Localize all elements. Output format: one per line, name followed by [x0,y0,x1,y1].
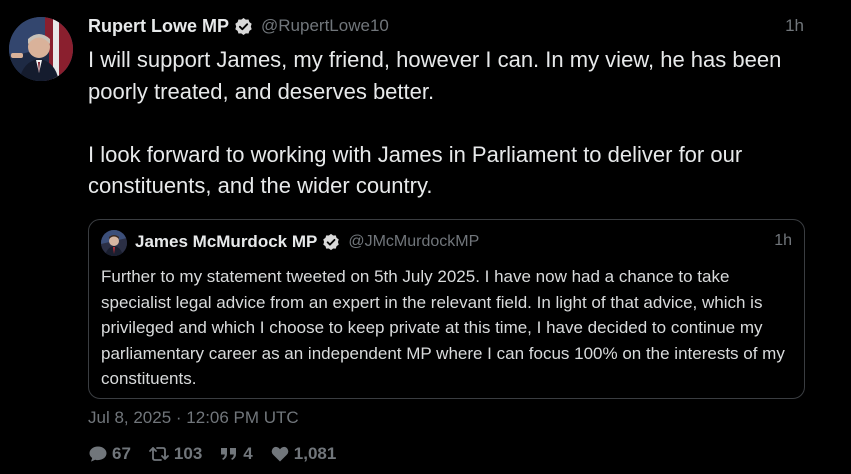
quoted-tweet-time[interactable]: 1h [774,232,792,250]
like-button[interactable]: 1,081 [270,444,337,464]
comment-bubble-icon [89,446,107,462]
retweet-count: 103 [173,444,203,463]
quoted-tweet-header: James McMurdock MP @JMcMurdockMP [135,230,479,254]
quoted-author-avatar[interactable] [101,230,127,256]
tweet-paragraph: I look forward to working with James in … [88,141,743,199]
quote-button[interactable]: 4 [219,444,253,464]
tweet-actions: 67 103 4 1,081 [88,443,353,465]
quoted-author-name[interactable]: James McMurdock MP [135,232,317,252]
tweet-paragraph: I will support James, my friend, however… [88,47,782,104]
quote-icon [221,448,237,460]
author-name[interactable]: Rupert Lowe MP [88,16,229,37]
reply-button[interactable]: 67 [88,444,131,464]
heart-icon [271,446,289,462]
retweet-button[interactable]: 103 [148,444,202,464]
reply-count: 67 [112,444,131,463]
author-handle[interactable]: @RupertLowe10 [261,16,389,36]
tweet-timestamp[interactable]: Jul 8, 2025 · 12:06 PM UTC [88,408,299,428]
tweet-header: Rupert Lowe MP @RupertLowe10 [88,14,389,38]
verified-badge-icon [322,233,340,251]
quote-count: 4 [243,444,253,463]
quoted-tweet-card[interactable]: James McMurdock MP @JMcMurdockMP 1h Furt… [88,219,805,399]
retweet-icon [149,447,169,461]
quoted-tweet-text: Further to my statement tweeted on 5th J… [101,267,785,388]
tweet-body: I will support James, my friend, however… [88,44,808,202]
tweet-time[interactable]: 1h [785,16,804,36]
quoted-author-handle[interactable]: @JMcMurdockMP [348,233,479,251]
tweet: Rupert Lowe MP @RupertLowe10 1h I will s… [0,0,851,474]
like-count: 1,081 [293,444,337,463]
verified-badge-icon [234,17,253,36]
author-avatar[interactable] [9,17,73,81]
